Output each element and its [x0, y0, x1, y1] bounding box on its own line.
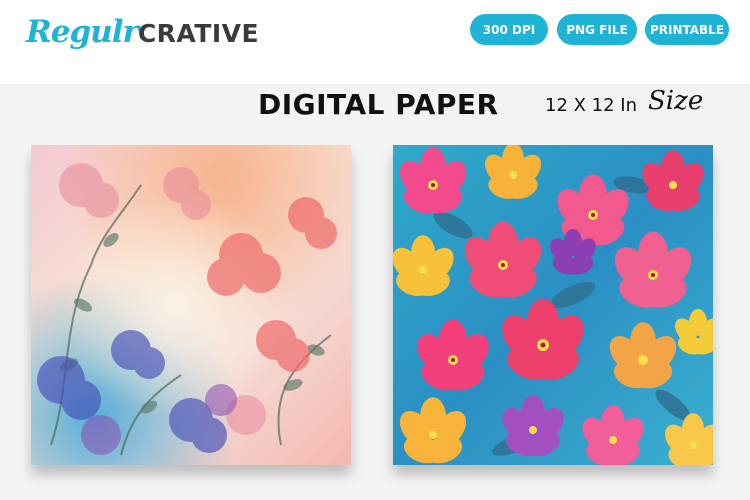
watercolor-floral-image	[31, 145, 351, 465]
watercolor-floral-paper[interactable]	[31, 145, 351, 465]
brand-logo-block: CRATIVE	[137, 19, 260, 48]
header-bar: Regulr CRATIVE 300 DPI PNG FILE PRINTABL…	[0, 0, 750, 84]
page-title: DIGITAL PAPER	[258, 88, 499, 121]
badge-file-type: PNG FILE	[557, 14, 637, 45]
brand-logo[interactable]: Regulr CRATIVE	[26, 14, 259, 54]
brand-logo-script: Regulr	[26, 14, 139, 50]
bright-tropical-floral-image	[393, 145, 713, 465]
badge-printable: PRINTABLE	[645, 14, 729, 45]
bright-tropical-floral-paper[interactable]	[393, 145, 713, 465]
size-label: 12 X 12 In	[545, 95, 638, 116]
badge-dpi: 300 DPI	[470, 14, 548, 45]
size-script: Size	[648, 86, 704, 116]
